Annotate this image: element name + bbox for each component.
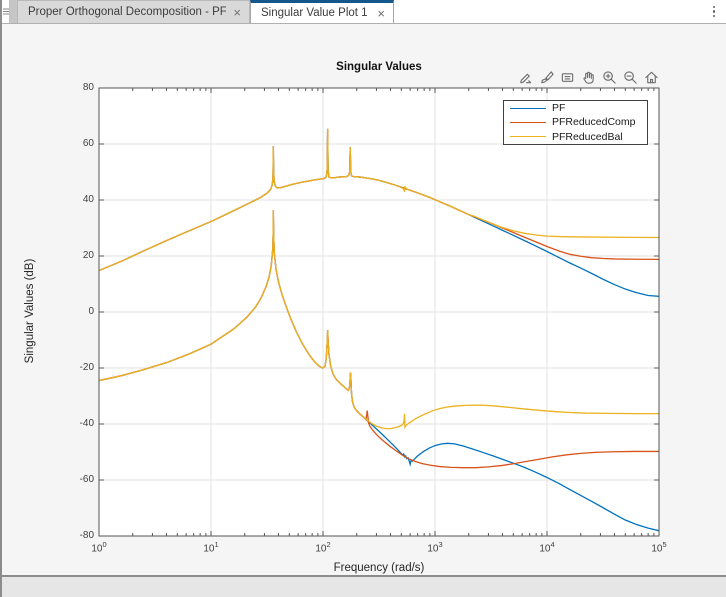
x-tick-label: 104: [539, 540, 555, 555]
y-tick-label: 80: [82, 82, 94, 93]
legend-line-sample: [510, 107, 546, 109]
tab-proper-orthogonal-decomposition[interactable]: Proper Orthogonal Decomposition - PF ×: [17, 0, 250, 23]
legend-item: PFReducedBal: [504, 130, 647, 144]
window-left-edge: [0, 0, 2, 597]
kebab-icon: [712, 14, 716, 18]
y-tick-label: 20: [82, 250, 94, 261]
x-tick-label: 103: [427, 540, 443, 555]
app-window: Proper Orthogonal Decomposition - PF × S…: [0, 0, 726, 597]
legend-item: PFReducedComp: [504, 115, 647, 129]
legend-item: PF: [504, 101, 647, 115]
y-tick-label: 60: [82, 138, 94, 149]
export-icon: [519, 73, 531, 83]
panel-collapse-button[interactable]: [2, 0, 10, 23]
pan-button[interactable]: [580, 69, 596, 85]
axes-toolbar: [514, 68, 659, 86]
y-axis-label: Singular Values (dB): [24, 258, 36, 364]
tab-singular-value-plot[interactable]: Singular Value Plot 1 ×: [250, 0, 394, 23]
x-tick-label: 100: [91, 540, 107, 555]
home-icon: [644, 71, 658, 83]
legend-label: PFReducedComp: [552, 116, 636, 129]
legend-label: PF: [552, 102, 566, 115]
legend[interactable]: PF PFReducedComp PFReducedBal: [503, 100, 648, 145]
tab-label: Proper Orthogonal Decomposition - PF: [28, 6, 227, 18]
brush-icon: [540, 70, 554, 83]
kebab-icon: [712, 5, 716, 9]
close-icon[interactable]: ×: [377, 7, 385, 20]
tab-label: Singular Value Plot 1: [261, 7, 368, 19]
zoom-out-button[interactable]: [622, 69, 638, 85]
x-tick-label: 105: [651, 540, 667, 555]
zoom-in-button[interactable]: [601, 69, 617, 85]
figure-area: Singular Values Frequency (rad/s) Singul…: [2, 24, 726, 575]
tab-bar: Proper Orthogonal Decomposition - PF × S…: [2, 0, 726, 24]
y-tick-label: 40: [82, 194, 94, 205]
legend-line-sample: [510, 121, 546, 123]
close-icon[interactable]: ×: [233, 6, 241, 19]
brush-button[interactable]: [538, 69, 554, 85]
y-tick-label: 0: [88, 306, 94, 317]
y-tick-label: -60: [79, 474, 94, 485]
pan-icon: [582, 71, 594, 84]
zoom-out-icon: [623, 70, 637, 84]
x-axis-label: Frequency (rad/s): [333, 562, 425, 574]
x-tick-label: 101: [203, 540, 219, 555]
datatips-icon: [561, 72, 573, 82]
tab-bar-spacer: [10, 0, 17, 23]
y-tick-label: -40: [79, 418, 94, 429]
tab-bar-fill: [394, 0, 702, 23]
x-tick-label: 102: [315, 540, 331, 555]
legend-line-sample: [510, 136, 546, 138]
restore-view-button[interactable]: [643, 69, 659, 85]
legend-label: PFReducedBal: [552, 130, 623, 143]
datatips-button[interactable]: [559, 69, 575, 85]
hamburger-icon: [2, 8, 9, 15]
export-button[interactable]: [517, 69, 533, 85]
kebab-icon: [712, 10, 716, 13]
y-tick-label: -20: [79, 362, 94, 373]
zoom-in-icon: [602, 70, 616, 84]
overflow-menu-button[interactable]: [702, 0, 726, 23]
status-bar: [0, 575, 726, 597]
